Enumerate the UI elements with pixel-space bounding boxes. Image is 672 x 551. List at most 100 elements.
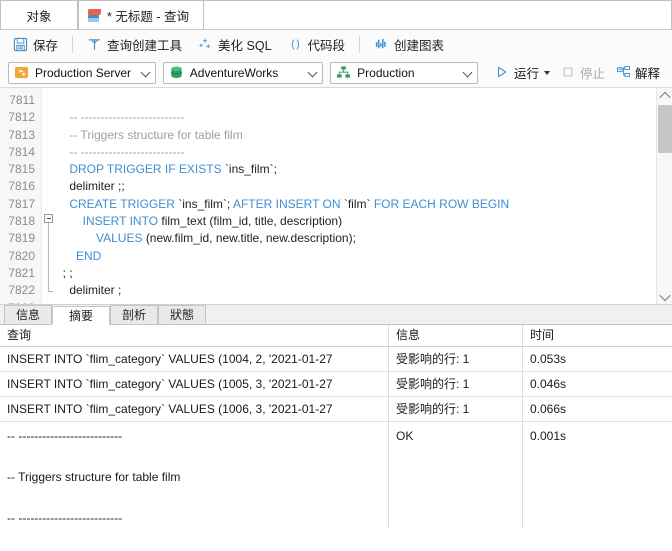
code-line[interactable]: delimiter ; bbox=[56, 282, 672, 299]
result-grid[interactable]: 查询 信息 时间 INSERT INTO `flim_category` VAL… bbox=[0, 325, 672, 528]
explain-button[interactable]: 解释 bbox=[612, 61, 664, 84]
code-line[interactable] bbox=[56, 92, 672, 109]
explain-label: 解释 bbox=[634, 67, 660, 81]
save-button[interactable]: 保存 bbox=[6, 33, 65, 55]
line-number: 7815 bbox=[8, 162, 35, 177]
code-line[interactable]: ; ; bbox=[56, 265, 672, 282]
table-row[interactable]: -- -------------------------- -- Trigger… bbox=[0, 422, 672, 528]
code-token: (new.film_id, new.title, new.description… bbox=[145, 231, 356, 246]
result-grid-body: INSERT INTO `flim_category` VALUES (1004… bbox=[0, 347, 672, 528]
code-token: `ins_film`; bbox=[224, 162, 277, 177]
database-selector[interactable]: AdventureWorks bbox=[162, 61, 324, 84]
line-number-gutter: 7811 7812 7813 7814 7815 7816 7817 7818 7819 7820… bbox=[0, 88, 42, 304]
code-token: AFTER INSERT ON bbox=[232, 196, 344, 211]
tab-bar-filler bbox=[203, 0, 672, 29]
code-folding-margin[interactable] bbox=[42, 88, 56, 304]
query-builder-label: 查询创建工具 bbox=[107, 38, 183, 53]
result-tab-2[interactable]: 剖析 bbox=[110, 305, 159, 324]
run-dropdown-caret-icon[interactable] bbox=[543, 70, 550, 75]
play-triangle-icon bbox=[495, 65, 510, 80]
toolbar-separator-2 bbox=[359, 35, 361, 53]
code-line[interactable] bbox=[56, 300, 672, 304]
line-number: 7823 bbox=[0, 300, 41, 304]
code-token: INSERT INTO bbox=[56, 214, 162, 229]
stop-square-icon bbox=[561, 65, 576, 80]
result-tab-1[interactable]: 摘要 bbox=[52, 306, 111, 325]
sql-editor[interactable]: 7811 7812 7813 7814 7815 7816 7817 7818 7819 7820… bbox=[0, 88, 672, 305]
window-tab-bar: 对象 * 无标题 - 查询 bbox=[0, 0, 672, 30]
scrollbar-thumb[interactable] bbox=[658, 105, 672, 153]
cell-info: 受影响的行: 1 bbox=[389, 397, 523, 421]
fold-range-line bbox=[48, 223, 53, 292]
table-row[interactable]: INSERT INTO `flim_category` VALUES (1004… bbox=[0, 347, 672, 372]
line-number: 7814 bbox=[8, 144, 35, 159]
tab-query-label: * 无标题 - 查询 bbox=[107, 9, 189, 24]
schema-selector[interactable]: Production bbox=[330, 61, 478, 84]
column-header-info[interactable]: 信息 bbox=[389, 325, 523, 346]
run-button[interactable]: 运行 bbox=[491, 61, 554, 84]
cell-time: 0.053s bbox=[530, 352, 567, 366]
cell-time: 0.066s bbox=[530, 402, 567, 416]
server-selector[interactable]: Production Server bbox=[8, 61, 156, 84]
stop-button[interactable]: 停止 bbox=[557, 61, 609, 84]
cell-query: -- -------------------------- -- Trigger… bbox=[0, 422, 389, 528]
cell-query: INSERT INTO `flim_category` VALUES (1006… bbox=[0, 397, 389, 421]
fold-collapse-icon[interactable] bbox=[44, 214, 53, 223]
code-token: CREATE TRIGGER bbox=[56, 196, 179, 211]
code-token: -- Triggers structure for table film bbox=[56, 127, 243, 142]
line-number: 7819 bbox=[8, 231, 35, 246]
result-tab-3[interactable]: 狀態 bbox=[158, 305, 207, 324]
code-line[interactable]: CREATE TRIGGER `ins_film`; AFTER INSERT … bbox=[56, 196, 672, 213]
code-line[interactable]: INSERT INTO film_text (film_id, title, d… bbox=[56, 213, 672, 230]
code-token: -- -------------------------- bbox=[56, 144, 185, 159]
code-token: END bbox=[56, 248, 102, 263]
query-builder-button[interactable]: 查询创建工具 bbox=[80, 33, 189, 55]
line-number: 7821 bbox=[8, 265, 35, 280]
code-token: FOR EACH ROW BEGIN bbox=[373, 196, 510, 211]
create-chart-button[interactable]: 创建图表 bbox=[367, 33, 451, 55]
code-token: delimiter ;; bbox=[56, 179, 125, 194]
cell-time: 0.001s bbox=[530, 429, 567, 443]
code-snippet-button[interactable]: 代码段 bbox=[281, 33, 353, 55]
line-number: 7822 bbox=[8, 283, 35, 298]
code-line[interactable]: DROP TRIGGER IF EXISTS `ins_film`; bbox=[56, 161, 672, 178]
code-line[interactable]: -- Triggers structure for table film bbox=[56, 127, 672, 144]
schema-nodes-icon bbox=[336, 65, 351, 80]
save-label: 保存 bbox=[33, 38, 59, 53]
server-selector-value: Production Server bbox=[35, 65, 132, 80]
table-row[interactable]: INSERT INTO `flim_category` VALUES (1005… bbox=[0, 372, 672, 397]
cell-info: 受影响的行: 1 bbox=[389, 347, 523, 371]
explain-plan-icon bbox=[616, 65, 631, 80]
scroll-down-arrow-icon[interactable] bbox=[657, 289, 672, 304]
code-token: `film` bbox=[343, 196, 374, 211]
table-row[interactable]: INSERT INTO `flim_category` VALUES (1006… bbox=[0, 397, 672, 422]
connection-toolbar: Production Server AdventureWorks Product… bbox=[0, 58, 672, 88]
line-number: 7820 bbox=[8, 248, 35, 263]
chevron-down-icon bbox=[142, 68, 151, 77]
line-number: 7817 bbox=[8, 196, 35, 211]
code-line[interactable]: -- -------------------------- bbox=[56, 144, 672, 161]
cell-query: INSERT INTO `flim_category` VALUES (1005… bbox=[0, 372, 389, 396]
main-toolbar: 保存 查询创建工具 美化 SQL 代码段 创建图表 bbox=[0, 30, 672, 58]
scroll-up-arrow-icon[interactable] bbox=[657, 88, 672, 103]
line-number: 7812 bbox=[8, 110, 35, 125]
floppy-disk-icon bbox=[13, 37, 28, 52]
stop-label: 停止 bbox=[579, 67, 605, 81]
result-tab-0[interactable]: 信息 bbox=[4, 305, 53, 324]
code-line[interactable]: END bbox=[56, 248, 672, 265]
column-header-query[interactable]: 查询 bbox=[0, 325, 389, 346]
parentheses-icon bbox=[288, 37, 303, 52]
bar-chart-icon bbox=[374, 37, 389, 52]
toolbar-separator-1 bbox=[72, 35, 74, 53]
code-line[interactable]: VALUES (new.film_id, new.title, new.desc… bbox=[56, 230, 672, 247]
tab-query[interactable]: * 无标题 - 查询 bbox=[78, 0, 204, 29]
column-header-time[interactable]: 时间 bbox=[523, 325, 672, 346]
code-content[interactable]: -- -------------------------- -- Trigger… bbox=[56, 88, 672, 304]
code-line[interactable]: delimiter ;; bbox=[56, 178, 672, 195]
line-number: 7811 bbox=[9, 93, 35, 107]
beautify-sql-button[interactable]: 美化 SQL bbox=[191, 33, 279, 55]
tab-objects[interactable]: 对象 bbox=[0, 0, 78, 29]
editor-vertical-scrollbar[interactable] bbox=[656, 88, 672, 304]
code-line[interactable]: -- -------------------------- bbox=[56, 109, 672, 126]
cell-info: 受影响的行: 1 bbox=[389, 372, 523, 396]
